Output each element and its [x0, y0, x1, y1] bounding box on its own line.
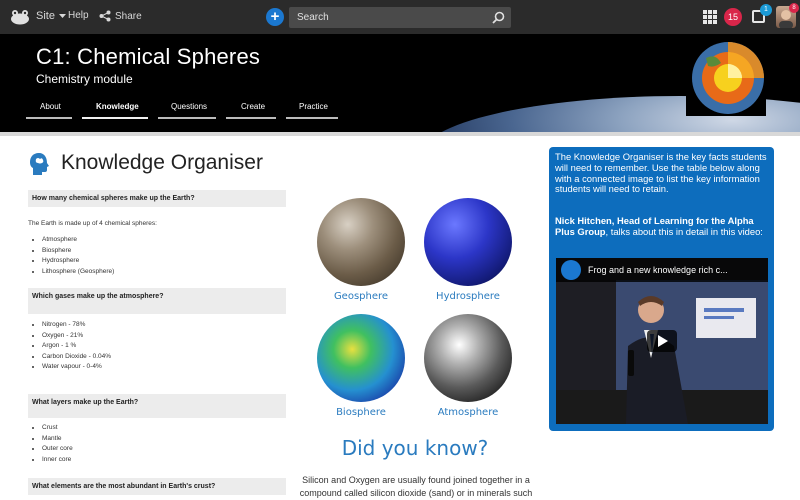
tab-practice-underline — [286, 117, 338, 119]
video-title-bar: Frog and a new knowledge rich c... — [556, 258, 768, 282]
course-title: C1: Chemical Spheres — [36, 44, 261, 69]
hydrosphere-image — [424, 198, 512, 286]
sphere-label: Hydrosphere — [436, 291, 500, 302]
tab-about-underline — [26, 117, 72, 119]
hydrosphere-card: Hydrosphere — [413, 198, 523, 302]
tab-practice[interactable]: Practice — [299, 102, 328, 111]
list-item: Crust — [42, 424, 286, 431]
play-icon[interactable] — [647, 330, 677, 352]
page-title: Knowledge Organiser — [61, 151, 263, 174]
tab-knowledge-underline — [82, 117, 148, 119]
course-banner: C1: Chemical Spheres Chemistry module Ab… — [0, 34, 800, 132]
atmosphere-card: Atmosphere — [413, 314, 523, 418]
list-item: Hydrosphere — [42, 257, 286, 264]
notifications-badge[interactable]: 15 — [724, 8, 742, 26]
did-you-know-text: Silicon and Oxygen are usually found joi… — [299, 475, 533, 498]
geosphere-image — [317, 198, 405, 286]
biosphere-card: Biosphere — [306, 314, 416, 418]
tab-create[interactable]: Create — [241, 102, 265, 111]
site-menu[interactable]: Site — [36, 10, 66, 22]
qa-block-crust: What elements are the most abundant in E… — [28, 478, 286, 495]
share-icon — [99, 10, 111, 22]
question-header: Which gases make up the atmosphere? — [28, 288, 286, 314]
tab-create-underline — [226, 117, 276, 119]
frog-logo-icon[interactable] — [10, 9, 30, 25]
list-item: Argon - 1 % — [42, 342, 286, 349]
video-player[interactable]: Frog and a new knowledge rich c... — [556, 258, 768, 424]
qa-block-gases: Which gases make up the atmosphere? Nitr… — [28, 288, 286, 374]
sphere-label: Biosphere — [336, 407, 386, 418]
list-item: Atmosphere — [42, 236, 286, 243]
panel-intro: The Knowledge Organiser is the key facts… — [555, 151, 767, 195]
biosphere-image — [317, 314, 405, 402]
chevron-down-icon — [58, 13, 66, 18]
tab-questions[interactable]: Questions — [171, 102, 207, 111]
question-header: What layers make up the Earth? — [28, 394, 286, 418]
answer-text: The Earth is made up of 4 chemical spher… — [28, 220, 157, 227]
list-item: Biosphere — [42, 247, 286, 254]
help-link[interactable]: Help — [68, 10, 89, 21]
video-title: Frog and a new knowledge rich c... — [588, 265, 728, 275]
tab-knowledge[interactable]: Knowledge — [96, 102, 139, 111]
panel-author: Nick Hitchen, Head of Learning for the A… — [555, 215, 769, 238]
answer-list: Crust Mantle Outer core Inner core — [28, 424, 286, 463]
apps-grid-icon[interactable] — [703, 10, 717, 24]
list-item: Nitrogen - 78% — [42, 321, 286, 328]
messages-badge: 1 — [760, 4, 772, 16]
search-box[interactable] — [289, 7, 511, 28]
answer-list: Nitrogen - 78% Oxygen - 21% Argon - 1 % … — [28, 321, 286, 370]
panel-author-rest: , talks about this in detail in this vid… — [605, 225, 763, 237]
list-item: Outer core — [42, 445, 286, 452]
search-input[interactable] — [289, 12, 479, 23]
frog-logo-icon — [561, 260, 581, 280]
course-tabs: About Knowledge Questions Create Practic… — [0, 98, 800, 120]
add-button[interactable]: + — [266, 8, 284, 26]
geosphere-card: Geosphere — [306, 198, 416, 302]
brain-head-icon — [30, 153, 49, 175]
sphere-label: Atmosphere — [437, 407, 499, 418]
banner-divider — [0, 132, 800, 136]
list-item: Lithosphere (Geosphere) — [42, 268, 286, 275]
qa-block-layers: What layers make up the Earth? Crust Man… — [28, 394, 286, 466]
answer-list: Atmosphere Biosphere Hydrosphere Lithosp… — [28, 236, 286, 275]
share-label: Share — [115, 10, 142, 22]
atmosphere-image — [424, 314, 512, 402]
qa-block-spheres: How many chemical spheres make up the Ea… — [28, 190, 286, 278]
list-item: Water vapour - 0-4% — [42, 363, 286, 370]
list-item: Mantle — [42, 435, 286, 442]
question-header: How many chemical spheres make up the Ea… — [28, 190, 286, 207]
did-you-know-title: Did you know? — [341, 436, 489, 460]
question-header: What elements are the most abundant in E… — [28, 478, 286, 495]
top-bar: Site Help Share + 15 1 8 — [0, 0, 800, 34]
search-icon[interactable] — [492, 11, 505, 24]
tab-about[interactable]: About — [40, 102, 61, 111]
site-menu-label: Site — [36, 10, 55, 22]
course-subtitle: Chemistry module — [36, 72, 133, 86]
avatar-badge: 8 — [789, 3, 799, 13]
list-item: Oxygen - 21% — [42, 332, 286, 339]
sphere-label: Geosphere — [333, 291, 389, 302]
list-item: Inner core — [42, 456, 286, 463]
tab-questions-underline — [158, 117, 216, 119]
list-item: Carbon Dioxide - 0.04% — [42, 353, 286, 360]
share-button[interactable]: Share — [99, 10, 142, 22]
